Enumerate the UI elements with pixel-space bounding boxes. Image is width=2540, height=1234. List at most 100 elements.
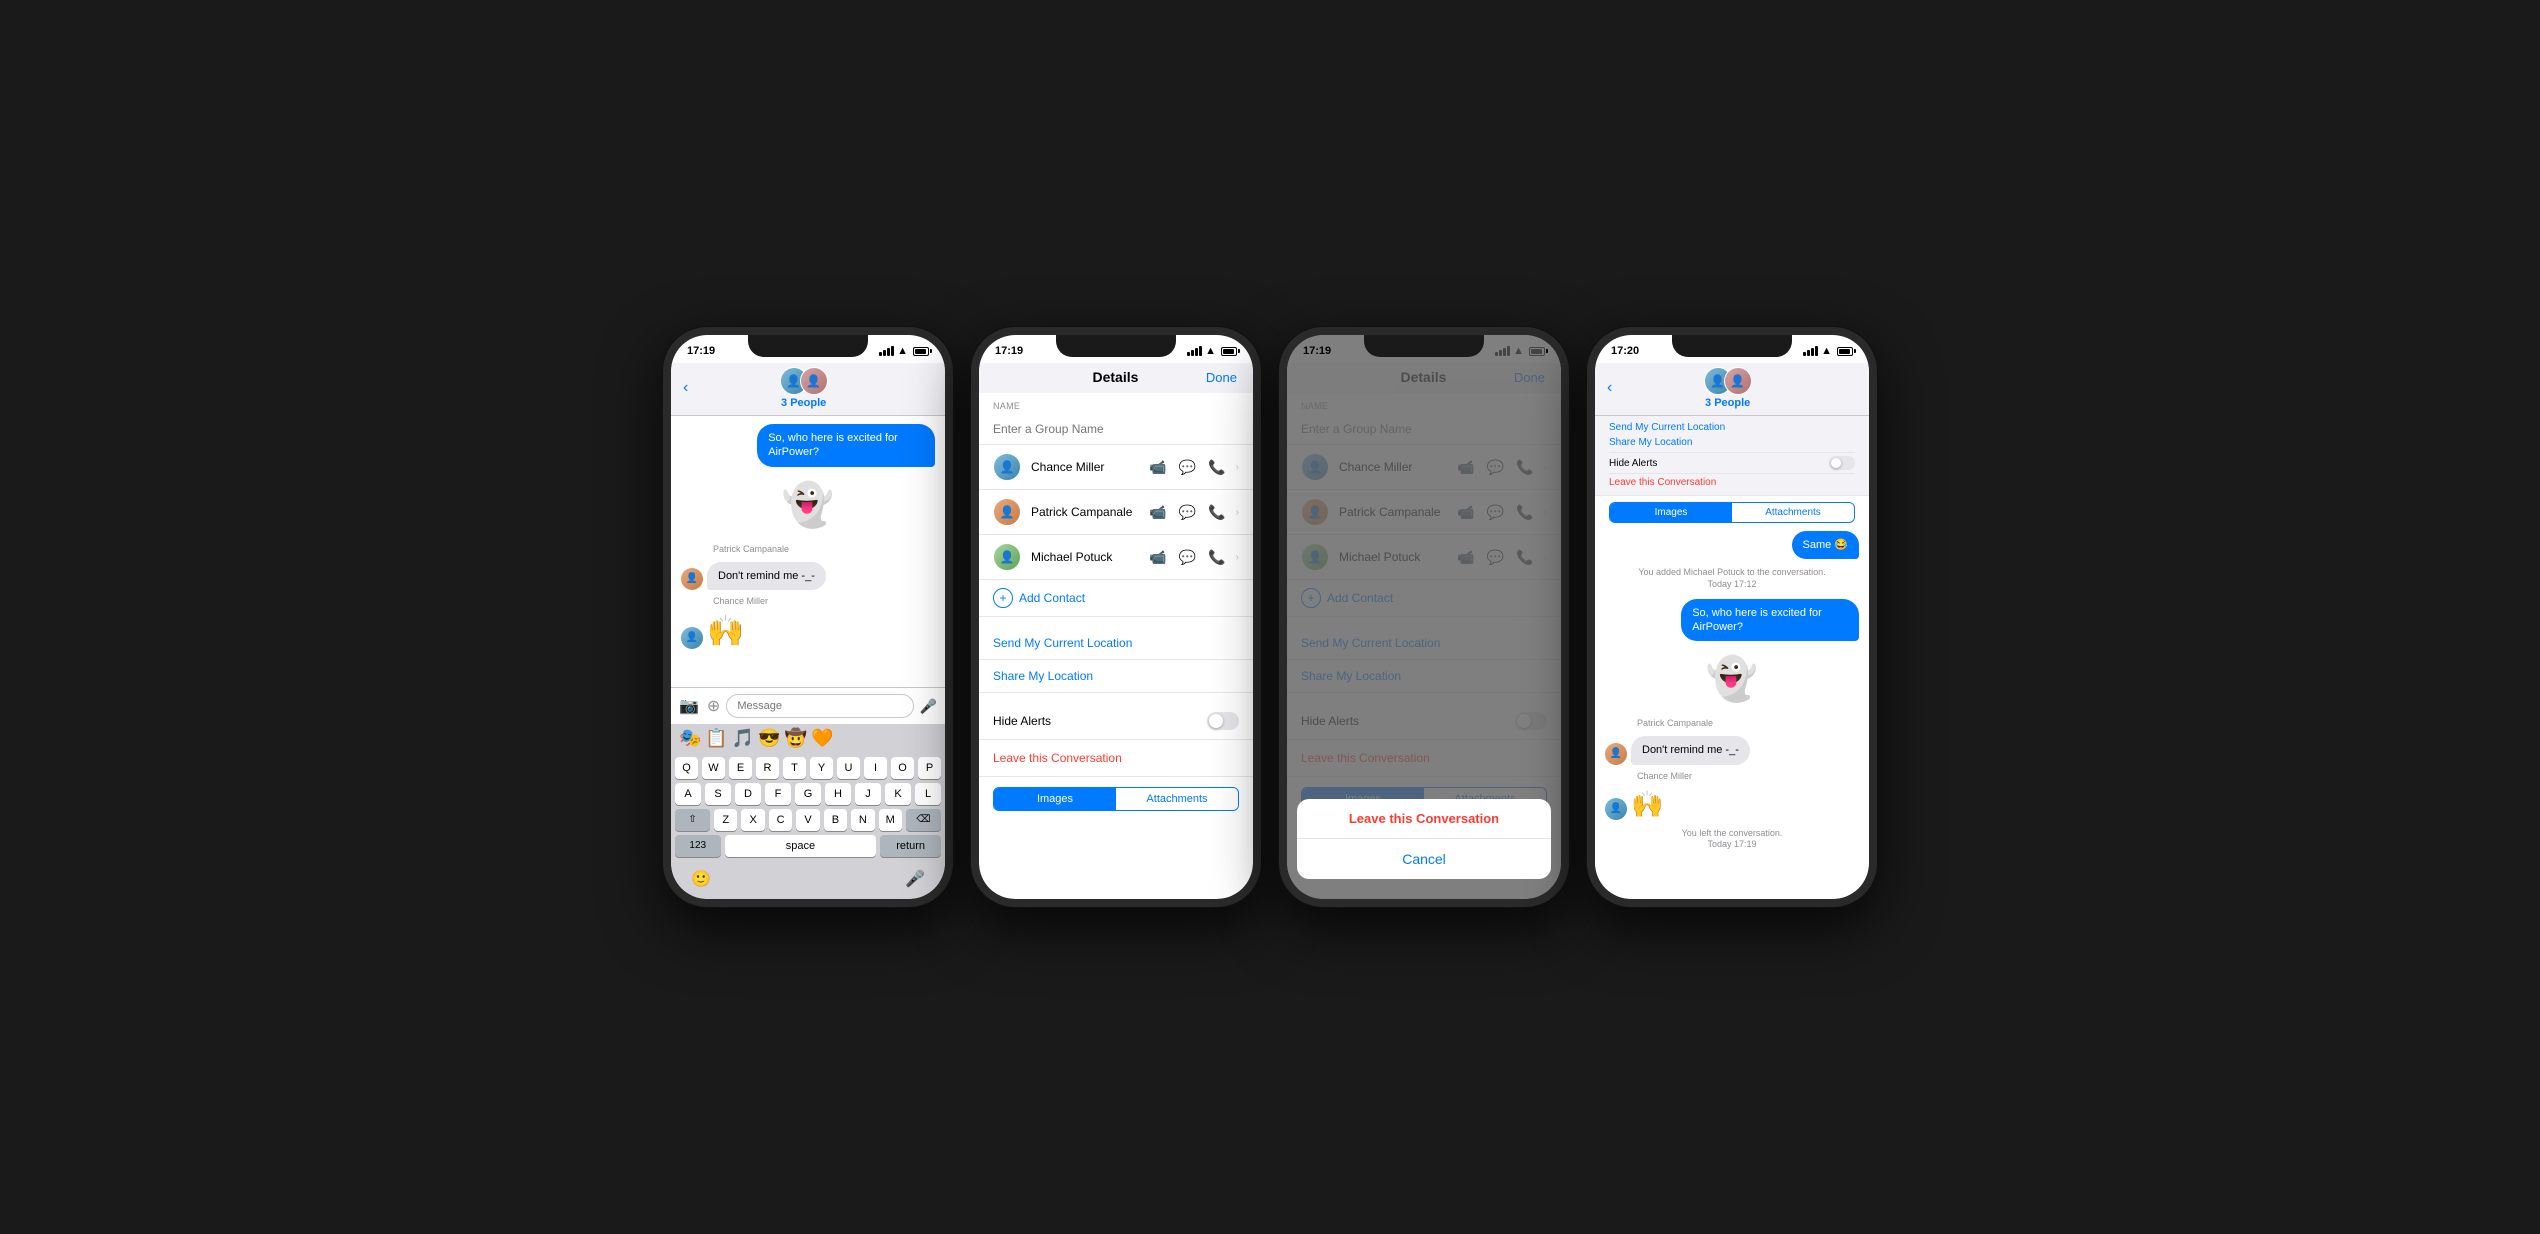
message-icon-michael-2[interactable]: 💬 <box>1179 549 1196 566</box>
details-scroll-2[interactable]: NAME 👤 Chance Miller 📹 💬 📞 › 👤 Patrick C… <box>979 393 1253 899</box>
key-p[interactable]: P <box>918 757 941 779</box>
hide-alerts-toggle-2[interactable] <box>1207 712 1239 730</box>
emoji-6[interactable]: 🧡 <box>811 728 833 749</box>
key-n[interactable]: N <box>851 809 874 831</box>
notch-2 <box>1056 335 1176 357</box>
key-backspace[interactable]: ⌫ <box>906 809 941 831</box>
emoji-4[interactable]: 😎 <box>758 728 780 749</box>
keyboard-row-2: A S D F G H J K L <box>675 783 941 805</box>
message-input-area: 📷 ⊕ 🎤 <box>671 687 945 724</box>
key-e[interactable]: E <box>729 757 752 779</box>
contact-row-michael-2: 👤 Michael Potuck 📹 💬 📞 › <box>979 535 1253 580</box>
key-i[interactable]: I <box>864 757 887 779</box>
key-k[interactable]: K <box>885 783 911 805</box>
group-name-input-2[interactable] <box>979 414 1253 445</box>
hide-alerts-toggle-4[interactable] <box>1829 456 1855 470</box>
leave-label-2: Leave this Conversation <box>993 751 1122 765</box>
message-icon-patrick-2[interactable]: 💬 <box>1179 504 1196 521</box>
segment-images-4[interactable]: Images <box>1610 503 1732 522</box>
video-icon-michael-2[interactable]: 📹 <box>1149 549 1166 566</box>
key-w[interactable]: W <box>702 757 725 779</box>
key-r[interactable]: R <box>756 757 779 779</box>
share-location-link-4[interactable]: Share My Location <box>1609 435 1855 450</box>
share-location-2[interactable]: Share My Location <box>979 660 1253 693</box>
key-z[interactable]: Z <box>714 809 737 831</box>
video-icon-chance-2[interactable]: 📹 <box>1149 459 1166 476</box>
key-123[interactable]: 123 <box>675 835 721 857</box>
key-a[interactable]: A <box>675 783 701 805</box>
airpower-row-4: So, who here is excited for AirPower? <box>1605 599 1859 642</box>
key-l[interactable]: L <box>915 783 941 805</box>
chevron-patrick-2: › <box>1236 507 1239 518</box>
key-return[interactable]: return <box>880 835 941 857</box>
location-section-2: Send My Current Location Share My Locati… <box>979 627 1253 693</box>
add-contact-row-2[interactable]: + Add Contact <box>979 580 1253 617</box>
back-button-4[interactable]: ‹ <box>1607 379 1612 397</box>
group-name-4[interactable]: 3 People <box>1705 397 1750 409</box>
airpower-bubble-4: So, who here is excited for AirPower? <box>1681 599 1859 642</box>
key-q[interactable]: Q <box>675 757 698 779</box>
contact-name-michael-2: Michael Potuck <box>1031 550 1139 564</box>
action-sheet-3: Leave this Conversation Cancel <box>1297 799 1551 879</box>
back-button[interactable]: ‹ <box>683 379 688 397</box>
key-x[interactable]: X <box>741 809 764 831</box>
phone-icon-chance-2[interactable]: 📞 <box>1208 459 1225 476</box>
phone-icon-patrick-2[interactable]: 📞 <box>1208 504 1225 521</box>
leave-conversation-confirm-button[interactable]: Leave this Conversation <box>1297 799 1551 839</box>
camera-icon[interactable]: 📷 <box>679 696 699 716</box>
signal-icon-2 <box>1187 346 1202 356</box>
contact-actions-chance-2: 📹 💬 📞 <box>1149 459 1225 476</box>
mic-icon[interactable]: 🎤 <box>920 698 937 715</box>
key-h[interactable]: H <box>825 783 851 805</box>
bubble-incoming-1: Don't remind me -_- <box>707 562 826 590</box>
signal-icon <box>879 346 894 356</box>
send-location-2[interactable]: Send My Current Location <box>979 627 1253 660</box>
key-shift[interactable]: ⇧ <box>675 809 710 831</box>
group-name-1[interactable]: 3 People <box>781 397 826 409</box>
bubble-outgoing-1: So, who here is excited for AirPower? <box>757 424 935 467</box>
key-m[interactable]: M <box>879 809 902 831</box>
key-f[interactable]: F <box>765 783 791 805</box>
wifi-icon: ▲ <box>897 345 908 357</box>
nav-4: ‹ 👤 👤 3 People <box>1595 363 1869 416</box>
key-c[interactable]: C <box>769 809 792 831</box>
appstore-icon[interactable]: ⊕ <box>707 696 720 716</box>
chevron-chance-2: › <box>1236 462 1239 473</box>
patrick-avatar-4: 👤 <box>1605 743 1627 765</box>
emoji-2[interactable]: 📋 <box>705 728 727 749</box>
messages-result-screen: 17:20 ▲ ‹ <box>1595 335 1869 899</box>
leave-conversation-link-4[interactable]: Leave this Conversation <box>1609 474 1855 491</box>
key-t[interactable]: T <box>783 757 806 779</box>
emoji-1[interactable]: 🎭 <box>679 728 701 749</box>
contact-row-patrick-2: 👤 Patrick Campanale 📹 💬 📞 › <box>979 490 1253 535</box>
message-input[interactable] <box>726 694 913 718</box>
key-o[interactable]: O <box>891 757 914 779</box>
segment-attachments-2[interactable]: Attachments <box>1116 788 1238 810</box>
emoji-3[interactable]: 🎵 <box>732 728 754 749</box>
key-u[interactable]: U <box>837 757 860 779</box>
leave-row-2[interactable]: Leave this Conversation <box>979 740 1253 777</box>
cancel-button-3[interactable]: Cancel <box>1297 839 1551 879</box>
key-j[interactable]: J <box>855 783 881 805</box>
segment-attachments-4[interactable]: Attachments <box>1732 503 1854 522</box>
key-g[interactable]: G <box>795 783 821 805</box>
details-screen-3: 17:19 ▲ Details Done <box>1287 335 1561 899</box>
segment-images-2[interactable]: Images <box>994 788 1116 810</box>
dictation-icon[interactable]: 🎤 <box>905 869 925 889</box>
key-space[interactable]: space <box>725 835 877 857</box>
status-icons-4: ▲ <box>1803 345 1853 357</box>
key-v[interactable]: V <box>796 809 819 831</box>
sender-chance-1: Chance Miller <box>713 596 935 606</box>
key-b[interactable]: B <box>824 809 847 831</box>
key-d[interactable]: D <box>735 783 761 805</box>
emoji-5[interactable]: 🤠 <box>785 728 807 749</box>
done-button-2[interactable]: Done <box>1206 370 1237 385</box>
message-icon-chance-2[interactable]: 💬 <box>1179 459 1196 476</box>
phone-icon-michael-2[interactable]: 📞 <box>1208 549 1225 566</box>
video-icon-patrick-2[interactable]: 📹 <box>1149 504 1166 521</box>
key-s[interactable]: S <box>705 783 731 805</box>
key-y[interactable]: Y <box>810 757 833 779</box>
send-location-link-4[interactable]: Send My Current Location <box>1609 420 1855 435</box>
segment-control-2: Images Attachments <box>993 787 1239 811</box>
emoji-keyboard-icon[interactable]: 🙂 <box>691 869 711 889</box>
